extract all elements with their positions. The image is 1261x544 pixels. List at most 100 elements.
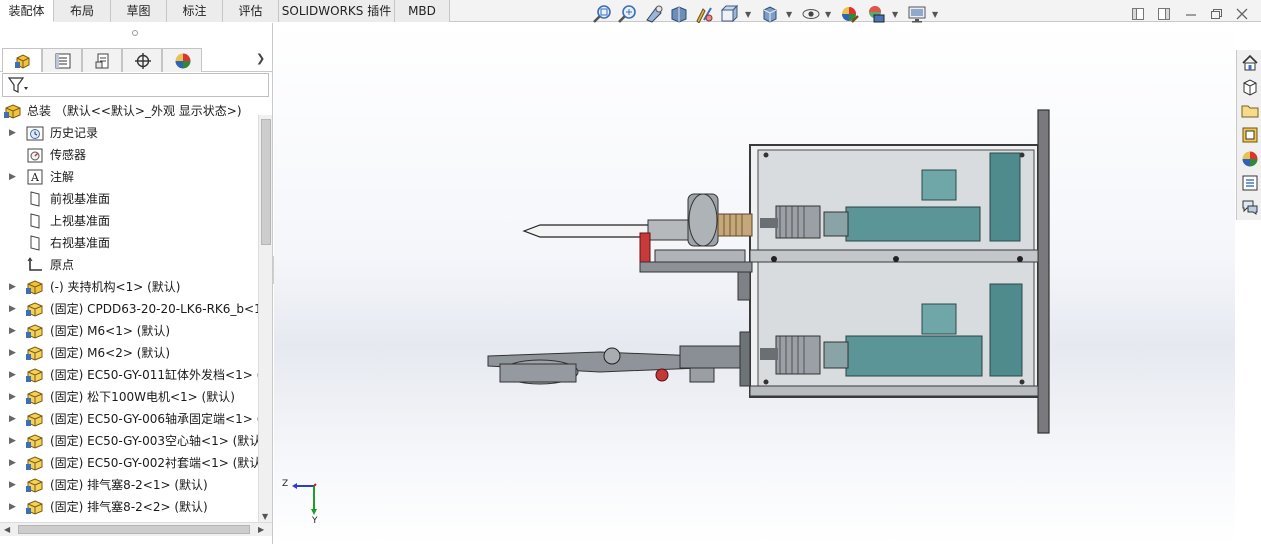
tile-icon[interactable] (1156, 6, 1172, 22)
tab-mbd[interactable]: MBD (395, 0, 450, 22)
tree-item[interactable]: ▶ (固定) 松下100W电机<1> (默认) (0, 386, 258, 408)
tree-item[interactable]: ▶ A 注解 (0, 166, 258, 188)
close-icon[interactable] (1234, 6, 1250, 22)
expand-arrow-icon[interactable]: ▶ (9, 452, 16, 474)
tab-evaluate[interactable]: 评估 (223, 0, 279, 22)
scroll-right-arrow-icon[interactable]: ▶ (258, 525, 264, 534)
display-style-icon[interactable] (760, 4, 780, 24)
expand-arrow-icon[interactable]: ▶ (9, 122, 16, 144)
view-orientation-icon[interactable] (719, 4, 739, 24)
tree-root-assembly[interactable]: 总装 （默认<<默认>_外观 显示状态>) (0, 101, 270, 121)
featuremanager-panel: ❯ 总装 （默认<<默认>_外观 显示状态>) ▶ 历史记录传感器 ▶ A 注解前视基准… (0, 23, 273, 544)
tree-item[interactable]: ▶ (固定) EC50-GY-006轴承固定端<1> ( (0, 408, 258, 430)
view-orientation-caret[interactable]: ▼ (745, 10, 751, 19)
expand-arrow-icon[interactable]: ▶ (9, 496, 16, 518)
tree-item[interactable]: ▶ (固定) M6<2> (默认) (0, 342, 258, 364)
panel-tabs-scroll-right-icon[interactable]: ❯ (256, 52, 265, 65)
subassembly-icon (26, 279, 44, 295)
view-settings-caret[interactable]: ▼ (932, 10, 938, 19)
tree-item-label: 注解 (50, 170, 75, 184)
tree-item[interactable]: ▶ (固定) EC50-GY-003空心轴<1> (默认) (0, 430, 258, 452)
tree-item-label: 传感器 (50, 148, 87, 162)
display-style-caret[interactable]: ▼ (786, 10, 792, 19)
scroll-down-arrow-icon[interactable]: ▼ (262, 512, 268, 521)
tree-item[interactable]: 原点 (0, 254, 258, 276)
dynamic-annotation-icon[interactable] (694, 4, 714, 24)
edit-appearance-icon[interactable] (840, 4, 860, 24)
tree-item[interactable]: 上视基准面 (0, 210, 258, 232)
apply-scene-icon[interactable] (866, 4, 886, 24)
tab-sketch[interactable]: 草图 (111, 0, 167, 22)
expand-arrow-icon[interactable]: ▶ (9, 386, 16, 408)
tab-solidworks-addins[interactable]: SOLIDWORKS 插件 (279, 0, 395, 22)
forum-icon[interactable] (1241, 198, 1259, 216)
minimize-icon[interactable] (1183, 6, 1199, 22)
zoom-to-fit-icon[interactable] (592, 4, 612, 24)
tree-horizontal-scroll-thumb[interactable] (18, 525, 250, 534)
expand-arrow-icon[interactable]: ▶ (9, 430, 16, 452)
file-explorer-icon[interactable] (1241, 102, 1259, 120)
view-palette-icon[interactable] (1241, 126, 1259, 144)
tree-item[interactable]: 传感器 (0, 144, 258, 166)
triad-z-label: Z (282, 479, 289, 489)
tree-item-label: (固定) 排气塞8-2<1> (默认) (50, 478, 208, 492)
maximize-icon[interactable] (1208, 6, 1224, 22)
view-settings-icon[interactable] (907, 4, 927, 24)
tree-item[interactable]: ▶ (固定) EC50-GY-002衬套端<1> (默认) (0, 452, 258, 474)
tree-vertical-scroll-thumb[interactable] (261, 119, 271, 245)
expand-arrow-icon[interactable]: ▶ (9, 342, 16, 364)
scroll-left-arrow-icon[interactable]: ◀ (4, 525, 10, 534)
tree-item[interactable]: ▶ (-) 夹持机构<1> (默认) (0, 276, 258, 298)
tab-markup[interactable]: 标注 (167, 0, 223, 22)
part-icon (26, 477, 44, 493)
tab-layout[interactable]: 布局 (54, 0, 111, 22)
hide-show-icon[interactable] (801, 4, 821, 24)
part-icon (26, 389, 44, 405)
apply-scene-caret[interactable]: ▼ (892, 10, 898, 19)
custom-properties-icon[interactable] (1241, 174, 1259, 192)
tree-item[interactable]: ▶ 历史记录 (0, 122, 258, 144)
tree-item-label: (固定) 松下100W电机<1> (默认) (50, 390, 235, 404)
tab-assembly[interactable]: 装配体 (0, 0, 54, 22)
graphics-area[interactable] (274, 23, 1235, 544)
dimxpert-icon[interactable] (122, 48, 162, 72)
part-icon (26, 323, 44, 339)
tree-item-label: (固定) EC50-GY-002衬套端<1> (默认) (50, 456, 258, 470)
section-view-icon[interactable] (669, 4, 689, 24)
expand-arrow-icon[interactable]: ▶ (9, 364, 16, 386)
appearances-icon[interactable] (1241, 150, 1259, 168)
filter-icon[interactable] (8, 77, 30, 94)
expand-arrow-icon[interactable]: ▶ (9, 276, 16, 298)
panel-grip[interactable] (132, 30, 138, 36)
displaymanager-icon[interactable] (162, 48, 202, 72)
tree-item[interactable]: ▶ (固定) M6<1> (默认) (0, 320, 258, 342)
expand-arrow-icon[interactable]: ▶ (9, 408, 16, 430)
propertymanager-icon[interactable] (42, 48, 82, 72)
design-library-icon[interactable] (1241, 78, 1259, 96)
tree-item[interactable]: ▶ (固定) CPDD63-20-20-LK6-RK6_b<1 (0, 298, 258, 320)
configurationmanager-icon[interactable] (82, 48, 122, 72)
tree-item[interactable]: 右视基准面 (0, 232, 258, 254)
tree-item-label: 原点 (50, 258, 75, 272)
featuremanager-icon[interactable] (2, 48, 42, 72)
tree-item[interactable]: 前视基准面 (0, 188, 258, 210)
tree-filter[interactable] (2, 73, 269, 97)
tree-item[interactable]: ▶ (固定) 排气塞8-2<1> (默认) (0, 474, 258, 496)
tree-vertical-scrollbar[interactable]: ▼ (258, 115, 272, 523)
expand-arrow-icon[interactable]: ▶ (9, 166, 16, 188)
tree-horizontal-scrollbar[interactable]: ◀ ▶ (0, 522, 272, 536)
expand-arrow-icon[interactable]: ▶ (9, 298, 16, 320)
solidworks-resources-icon[interactable] (1241, 54, 1259, 72)
tree-item-label: (固定) M6<1> (默认) (50, 324, 171, 338)
expand-arrow-icon[interactable]: ▶ (9, 474, 16, 496)
hide-show-caret[interactable]: ▼ (825, 10, 831, 19)
restore-down-icon[interactable] (1130, 6, 1146, 22)
tree-item[interactable]: ▶ (固定) 排气塞8-2<2> (默认) (0, 496, 258, 518)
part-icon (26, 345, 44, 361)
expand-arrow-icon[interactable]: ▶ (9, 320, 16, 342)
tree-item[interactable]: ▶ (固定) EC50-GY-011缸体外发档<1> ( (0, 364, 258, 386)
previous-view-icon[interactable] (644, 4, 664, 24)
zoom-area-icon[interactable] (617, 4, 637, 24)
tree-item-label: 前视基准面 (50, 192, 111, 206)
plane-icon (26, 213, 44, 229)
